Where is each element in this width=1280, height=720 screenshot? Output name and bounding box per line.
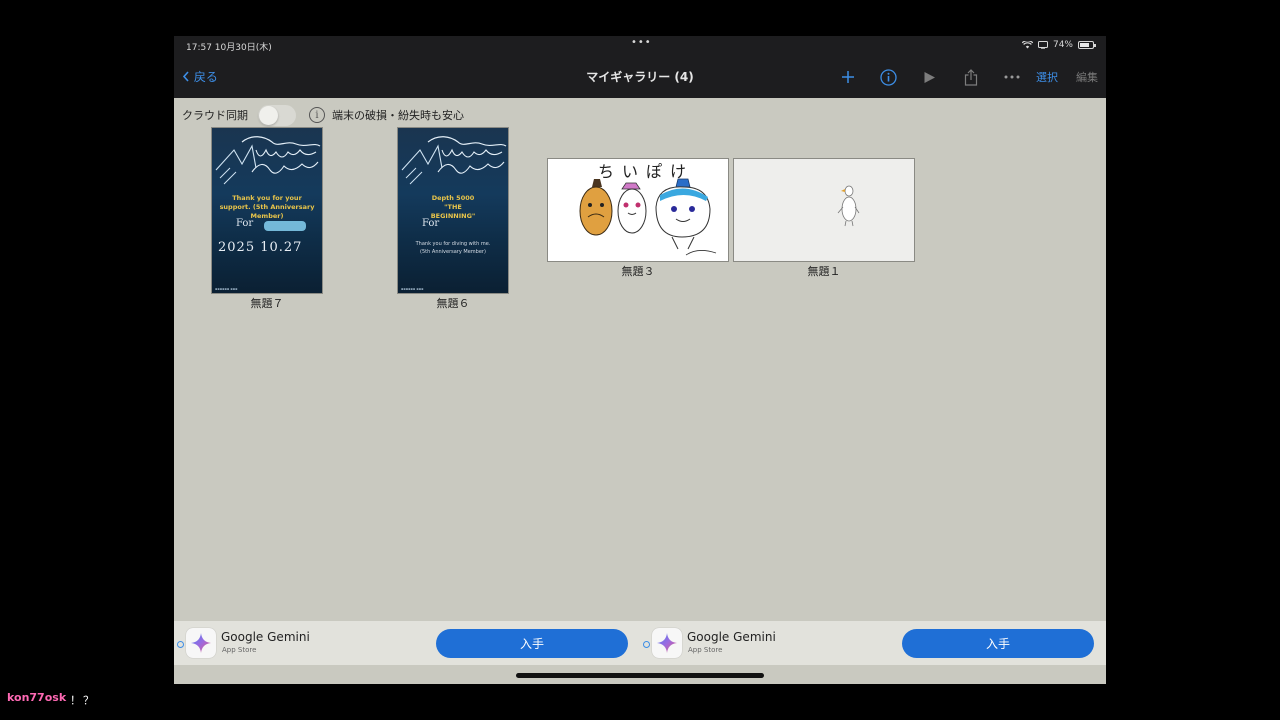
edit-button[interactable]: 編集 (1076, 69, 1098, 85)
cloud-sync-description: 端末の破損・紛失時も安心 (332, 109, 464, 122)
ad-app-name: Google Gemini (687, 630, 776, 644)
info-icon[interactable]: i (309, 107, 325, 123)
card-footer-text: ▪▪▪▪▪▪ ▪▪▪ (215, 287, 238, 291)
cloud-sync-toggle[interactable] (258, 104, 296, 126)
status-bar: 17:57 10月30日(木) ••• 74% (174, 36, 1106, 56)
artwork-thumbnail: Thank you for your support. (5th Anniver… (211, 127, 323, 294)
get-button[interactable]: 入手 (436, 629, 628, 658)
gallery-item[interactable]: ちいぽけ 無題３ (547, 158, 729, 280)
ad-info-icon[interactable] (643, 641, 650, 648)
redacted-name-mark (264, 221, 306, 231)
share-button[interactable] (950, 64, 991, 90)
plus-icon (841, 71, 854, 83)
multitasking-dots-icon[interactable]: ••• (631, 37, 652, 48)
card-for-label: For (422, 218, 440, 229)
gallery-item[interactable]: 無題１ (733, 158, 915, 280)
share-icon (964, 68, 977, 86)
ipad-screen: 17:57 10月30日(木) ••• 74% 戻る マイギャラリー (4) 選… (174, 36, 1106, 684)
status-time-date: 17:57 10月30日(木) (186, 43, 272, 53)
artwork-title: 無題６ (436, 297, 470, 310)
more-button[interactable] (991, 64, 1032, 90)
back-button[interactable]: 戻る (182, 68, 218, 85)
artwork-thumbnail: ちいぽけ (547, 158, 729, 262)
artwork-title: 無題７ (250, 297, 284, 310)
gemini-sparkle-icon (657, 633, 677, 653)
ad-unit[interactable]: Google Gemini App Store 入手 (640, 621, 1106, 665)
app-icon[interactable] (186, 628, 216, 658)
more-icon (1004, 75, 1019, 79)
artwork-thumbnail: Depth 5000 "THE BEGINNING" For Thank you… (397, 127, 509, 294)
play-button[interactable] (909, 64, 950, 90)
card-for-label: For (236, 218, 254, 229)
small-figure-drawing (837, 185, 860, 227)
handwritten-logo-art (401, 136, 507, 185)
ad-store-name: App Store (688, 646, 723, 654)
info-icon (880, 68, 897, 86)
battery-percent: 74% (1052, 40, 1073, 50)
artwork-title: 無題３ (621, 265, 655, 278)
select-button[interactable]: 選択 (1036, 69, 1058, 85)
navigation-bar: 戻る マイギャラリー (4) 選択 編集 (174, 56, 1106, 98)
home-indicator[interactable] (516, 673, 764, 678)
info-button[interactable] (868, 64, 909, 90)
nav-toolbar: 選択 編集 (827, 64, 1098, 90)
toggle-knob (259, 105, 278, 125)
artwork-title: 無題１ (807, 265, 841, 278)
screen-mirror-icon (1037, 41, 1048, 49)
battery-icon (1078, 41, 1096, 49)
artwork-header-text: ちいぽけ (598, 162, 695, 181)
wifi-icon (1021, 41, 1033, 49)
card-date: 2025 10.27 (218, 240, 303, 255)
chat-username: kon77osk (7, 691, 67, 704)
card-message: Thank you for your support. (5th Anniver… (219, 194, 315, 220)
cloud-sync-row: クラウド同期 i 端末の破損・紛失時も安心 (182, 104, 464, 126)
gallery-item[interactable]: Thank you for your support. (5th Anniver… (211, 127, 323, 312)
handwritten-logo-art (215, 136, 321, 185)
chevron-left-icon (182, 71, 189, 82)
cloud-sync-label: クラウド同期 (182, 109, 248, 122)
ad-store-name: App Store (222, 646, 257, 654)
add-button[interactable] (827, 64, 868, 90)
ad-banner: Google Gemini App Store 入手 Google Gemini… (174, 621, 1106, 665)
artwork-thumbnail (733, 158, 915, 262)
back-label: 戻る (193, 70, 218, 84)
gemini-sparkle-icon (191, 633, 211, 653)
chat-message: ！？ (70, 694, 96, 707)
card-footer-text: ▪▪▪▪▪▪ ▪▪▪ (401, 287, 424, 291)
ad-app-name: Google Gemini (221, 630, 310, 644)
card-message: Depth 5000 "THE BEGINNING" (430, 194, 476, 220)
app-icon[interactable] (652, 628, 682, 658)
get-button[interactable]: 入手 (902, 629, 1094, 658)
ad-info-icon[interactable] (177, 641, 184, 648)
status-indicators: 74% (1021, 40, 1096, 50)
gallery-item[interactable]: Depth 5000 "THE BEGINNING" For Thank you… (397, 127, 509, 312)
card-sub-message: Thank you for diving with me. (5th Anniv… (415, 241, 491, 255)
ad-unit[interactable]: Google Gemini App Store 入手 (174, 621, 640, 665)
play-icon (924, 71, 935, 83)
